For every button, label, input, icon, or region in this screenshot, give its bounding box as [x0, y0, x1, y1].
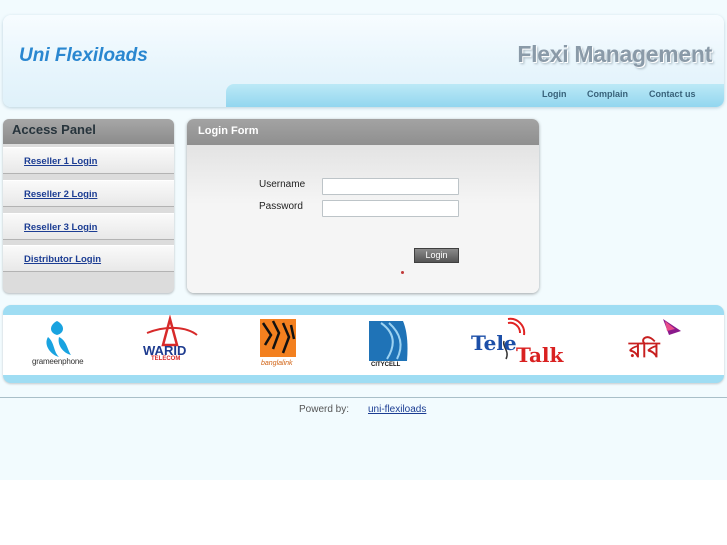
site-header: Uni Flexiloads Flexi Management Login Co… — [3, 15, 724, 107]
distributor-login-link[interactable]: Distributor Login — [24, 254, 101, 265]
login-form-title: Login Form — [198, 125, 259, 137]
robi-logo: রবি — [625, 315, 685, 375]
nav-link-contact-us[interactable]: Contact us — [649, 89, 696, 99]
banglalink-logo: banglalink — [259, 315, 299, 375]
access-item-reseller-1[interactable]: Reseller 1 Login — [3, 147, 174, 174]
site-title: Uni Flexiloads — [19, 45, 148, 66]
access-panel-header: Access Panel — [3, 119, 174, 144]
teletalk-logo: Tele Talk — [468, 315, 573, 375]
teletalk-label-talk: Talk — [516, 343, 564, 367]
teletalk-label-tele: Tele — [471, 331, 517, 355]
site-tagline: Flexi Management — [517, 41, 712, 67]
username-input[interactable] — [322, 178, 459, 195]
login-form-panel: Login Form Username Password Login — [187, 119, 539, 293]
reseller-1-login-link[interactable]: Reseller 1 Login — [24, 156, 97, 167]
robi-label: রবি — [629, 337, 660, 362]
login-button[interactable]: Login — [414, 248, 459, 263]
banglalink-label: banglalink — [261, 360, 293, 367]
nav-link-complain[interactable]: Complain — [587, 89, 628, 99]
grameenphone-label: grameenphone — [32, 357, 84, 366]
reseller-3-login-link[interactable]: Reseller 3 Login — [24, 222, 97, 233]
footer-divider — [0, 397, 727, 398]
password-input[interactable] — [322, 200, 459, 217]
login-form-header: Login Form — [187, 119, 539, 145]
operators-logos: grameenphone WARID TELECOM banglalink CI… — [3, 314, 724, 375]
status-dot — [401, 271, 404, 274]
access-item-reseller-2[interactable]: Reseller 2 Login — [3, 180, 174, 207]
access-item-reseller-3[interactable]: Reseller 3 Login — [3, 213, 174, 240]
password-label: Password — [259, 201, 303, 212]
powered-by-link[interactable]: uni-flexiloads — [368, 404, 426, 415]
citycell-label: CITYCELL — [371, 362, 401, 368]
operators-strip: grameenphone WARID TELECOM banglalink CI… — [3, 305, 724, 383]
login-form-body: Username Password Login — [187, 145, 539, 293]
access-item-distributor[interactable]: Distributor Login — [3, 245, 174, 272]
citycell-logo: CITYCELL — [367, 315, 411, 375]
reseller-2-login-link[interactable]: Reseller 2 Login — [24, 189, 97, 200]
powered-by-label: Powerd by: — [299, 404, 350, 415]
access-panel-title: Access Panel — [12, 122, 96, 137]
warid-sub-label: TELECOM — [151, 356, 181, 362]
username-label: Username — [259, 179, 306, 190]
top-nav-bar: Login Complain Contact us — [226, 84, 724, 107]
warid-logo: WARID TELECOM — [137, 314, 207, 375]
access-panel: Access Panel Reseller 1 Login Reseller 2… — [3, 119, 174, 293]
grameenphone-logo: grameenphone — [29, 315, 89, 375]
nav-link-login[interactable]: Login — [542, 89, 567, 99]
